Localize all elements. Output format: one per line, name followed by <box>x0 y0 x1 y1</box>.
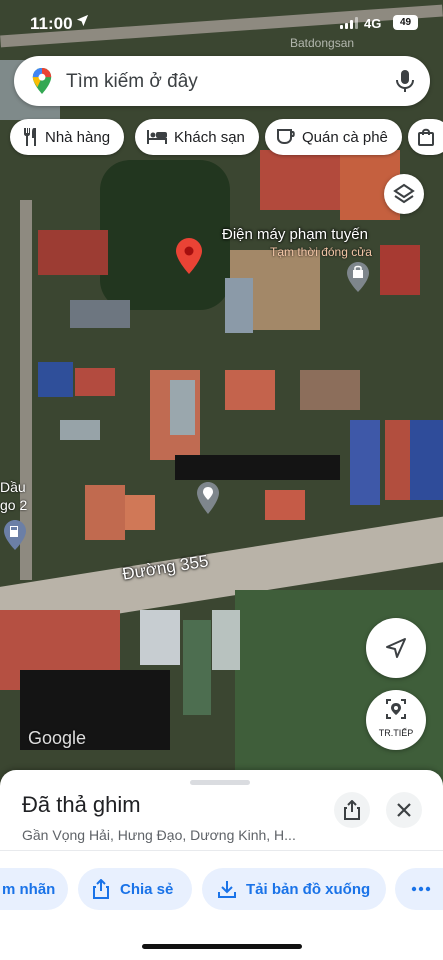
action-label: Chia sẻ <box>120 880 174 898</box>
roof <box>170 380 195 435</box>
more-icon <box>411 886 431 892</box>
roof <box>183 620 211 715</box>
roof <box>410 420 443 500</box>
more-button[interactable] <box>395 868 443 910</box>
sheet-drag-handle[interactable] <box>190 780 250 785</box>
close-button[interactable] <box>386 792 422 828</box>
roof <box>385 420 410 500</box>
signal-icon <box>340 17 360 29</box>
google-logo: Google <box>28 728 87 748</box>
share-icon <box>93 879 109 899</box>
roof <box>140 610 180 665</box>
mic-icon[interactable] <box>394 69 416 93</box>
shopping-bag-icon <box>418 128 434 146</box>
action-label: m nhãn <box>2 880 56 898</box>
dropped-pin-icon[interactable] <box>176 238 202 274</box>
place-status-label: Tạm thời đóng cửa <box>270 245 372 259</box>
chip-label: Nhà hàng <box>45 128 111 146</box>
sheet-title: Đã thả ghim <box>22 792 141 817</box>
roof <box>85 485 125 540</box>
label-button[interactable]: m nhãn <box>0 868 68 910</box>
roof <box>225 370 275 410</box>
live-view-button[interactable]: TR.TIẾP <box>366 690 426 750</box>
fuel-pin-icon[interactable] <box>4 520 26 550</box>
watermark: Batdongsan <box>290 36 355 50</box>
search-bar[interactable]: Tìm kiếm ở đây <box>14 56 430 106</box>
chip-restaurants[interactable]: Nhà hàng <box>10 119 125 155</box>
field <box>235 590 443 790</box>
search-input[interactable]: Tìm kiếm ở đây <box>66 71 198 93</box>
roof <box>350 420 380 505</box>
roof <box>70 300 130 328</box>
live-view-label: TR.TIẾP <box>378 728 414 738</box>
hotel-icon <box>147 130 167 144</box>
location-arrow-icon <box>76 14 89 27</box>
maps-logo-icon <box>32 68 52 94</box>
network-type: 4G <box>364 16 382 31</box>
status-time: 11:00 <box>30 14 73 33</box>
share-action-button[interactable]: Chia sẻ <box>78 868 192 910</box>
roof <box>300 370 360 410</box>
navigation-arrow-icon <box>386 638 406 658</box>
roof <box>212 610 240 670</box>
restaurant-icon <box>24 128 36 146</box>
chip-label: Quán cà phê <box>302 128 388 146</box>
roof <box>265 490 305 520</box>
tree-area <box>100 160 230 310</box>
chip-hotels[interactable]: Khách sạn <box>135 119 259 155</box>
share-icon <box>344 800 360 820</box>
fuel-station-label[interactable]: Dầu go 2 <box>0 478 27 514</box>
redacted-area <box>175 455 340 480</box>
place-sheet[interactable]: Đã thả ghim Gần Vọng Hải, Hưng Đạo, Dươn… <box>0 770 443 960</box>
place-pin-icon[interactable] <box>197 482 219 514</box>
action-label: Tải bản đồ xuống <box>246 880 371 898</box>
layers-button[interactable] <box>384 174 424 214</box>
roof <box>125 495 155 530</box>
share-button[interactable] <box>334 792 370 828</box>
sheet-address: Gần Vọng Hải, Hưng Đạo, Dương Kinh, H... <box>22 827 296 843</box>
chip-cafes[interactable]: Quán cà phê <box>265 119 402 155</box>
chip-label: Khách sạn <box>174 128 245 146</box>
place-name-label[interactable]: Điện máy phạm tuyến <box>222 226 368 243</box>
download-icon <box>218 881 236 898</box>
roof <box>38 362 73 397</box>
divider <box>0 850 443 851</box>
home-indicator <box>142 944 302 949</box>
shop-pin-icon[interactable] <box>347 262 369 292</box>
roof <box>225 278 253 333</box>
layers-icon <box>393 183 415 204</box>
download-map-button[interactable]: Tải bản đồ xuống <box>202 868 386 910</box>
roof <box>380 245 420 295</box>
coffee-icon <box>277 129 295 144</box>
status-bar: 11:00 4G 49 <box>0 0 443 46</box>
live-view-icon <box>386 699 406 719</box>
chip-shopping[interactable] <box>408 119 443 155</box>
roof <box>260 150 340 210</box>
directions-button[interactable] <box>366 618 426 678</box>
battery-icon: 49 <box>393 15 418 30</box>
roof <box>60 420 100 440</box>
close-icon <box>397 803 411 817</box>
roof <box>38 230 108 275</box>
roof <box>75 368 115 396</box>
